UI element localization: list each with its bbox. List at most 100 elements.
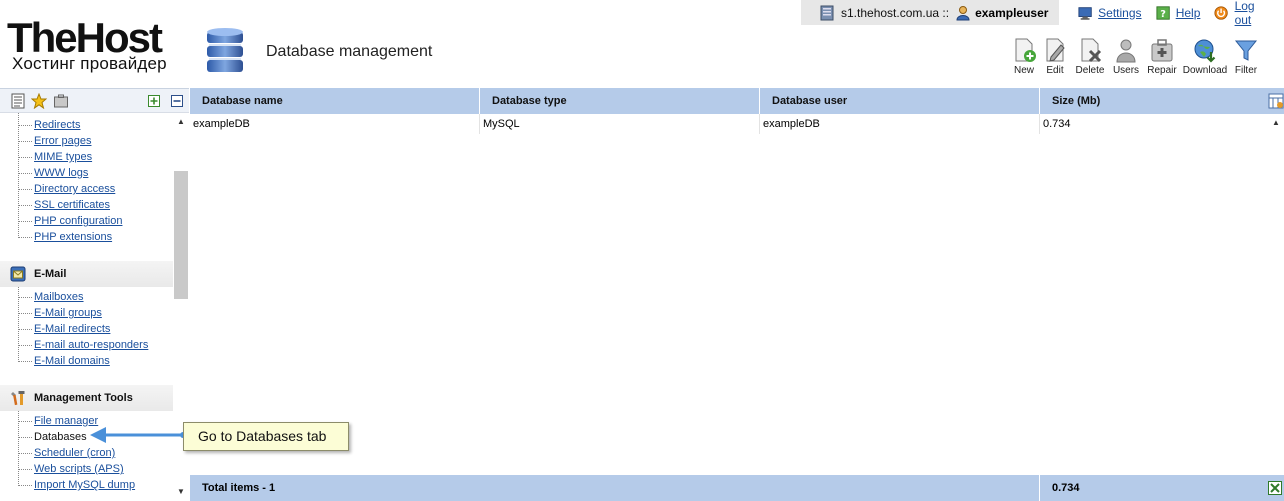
total-items: Total items - 1 bbox=[190, 475, 1040, 501]
server-name: s1.thehost.com.ua :: bbox=[841, 5, 950, 20]
help-icon[interactable]: ? bbox=[1155, 5, 1170, 21]
sidebar-item-email-redirects[interactable]: E-Mail redirects bbox=[34, 323, 110, 335]
edit-document-icon bbox=[1046, 38, 1065, 62]
sidebar-item-import-mysql-dump[interactable]: Import MySQL dump bbox=[34, 479, 135, 491]
download-globe-icon bbox=[1194, 39, 1216, 63]
sidebar-item-php-configuration[interactable]: PHP configuration bbox=[34, 215, 122, 227]
sidebar-group-management-tools[interactable]: Management Tools bbox=[0, 385, 173, 411]
sidebar-item-php-extensions[interactable]: PHP extensions bbox=[34, 231, 112, 243]
server-icon bbox=[820, 5, 834, 20]
tree-tick bbox=[19, 141, 32, 142]
tree-tick bbox=[19, 329, 32, 330]
sidebar-item-redirects[interactable]: Redirects bbox=[34, 119, 80, 131]
settings-link[interactable]: Settings bbox=[1098, 6, 1141, 20]
sidebar-item-mime-types[interactable]: MIME types bbox=[34, 151, 92, 163]
brand-tagline: Хостинг провайдер bbox=[12, 54, 167, 73]
cell-database-name: exampleDB bbox=[190, 114, 480, 134]
logout-link[interactable]: Log out bbox=[1235, 0, 1270, 27]
header: TheHost Хостинг провайдер Database manag… bbox=[0, 0, 1284, 88]
settings-monitor-icon[interactable] bbox=[1078, 5, 1092, 21]
sidebar-item-www-logs[interactable]: WWW logs bbox=[34, 167, 88, 179]
tree-tick bbox=[19, 189, 32, 190]
table-row[interactable]: exampleDB MySQL exampleDB 0.734 bbox=[190, 114, 1268, 134]
tree-tick bbox=[19, 345, 32, 346]
new-document-icon bbox=[1015, 38, 1036, 62]
database-table: Database name Database type Database use… bbox=[190, 88, 1284, 501]
sidebar-item-databases[interactable]: Databases bbox=[34, 431, 87, 443]
sidebar-item-scheduler[interactable]: Scheduler (cron) bbox=[34, 447, 115, 459]
table-scroll-up-arrow[interactable]: ▲ bbox=[1272, 118, 1280, 127]
tree-tick bbox=[19, 469, 32, 470]
tree-line bbox=[18, 113, 19, 238]
user-icon bbox=[956, 5, 970, 20]
sidebar-item-mailboxes[interactable]: Mailboxes bbox=[34, 291, 84, 303]
tree-tick bbox=[19, 485, 32, 486]
tree-tick bbox=[19, 157, 32, 158]
tree-tick bbox=[19, 205, 32, 206]
export-excel-icon[interactable] bbox=[1268, 481, 1282, 495]
column-header-database-type[interactable]: Database type bbox=[480, 88, 760, 114]
sidebar-item-directory-access[interactable]: Directory access bbox=[34, 183, 115, 195]
tree-tick bbox=[19, 437, 32, 438]
tree-tick bbox=[19, 313, 32, 314]
email-group-icon bbox=[10, 266, 26, 282]
repair-label: Repair bbox=[1147, 65, 1177, 76]
username[interactable]: exampleuser bbox=[975, 6, 1048, 20]
edit-button[interactable]: Edit bbox=[1039, 37, 1071, 76]
page-title: Database management bbox=[266, 43, 433, 60]
tree-tick bbox=[19, 173, 32, 174]
annotation-arrow bbox=[90, 427, 186, 443]
cell-size: 0.734 bbox=[1043, 118, 1071, 130]
tools-group-icon bbox=[11, 391, 25, 406]
top-links: Settings ? Help Log out bbox=[1078, 0, 1284, 27]
total-size: 0.734 bbox=[1052, 482, 1080, 494]
column-header-database-name[interactable]: Database name bbox=[190, 88, 480, 114]
sidebar-item-ssl-certificates[interactable]: SSL certificates bbox=[34, 199, 110, 211]
sidebar-group-email-label: E-Mail bbox=[34, 268, 67, 280]
filter-icon bbox=[1234, 40, 1258, 61]
tree-tick bbox=[19, 125, 32, 126]
filter-button[interactable]: Filter bbox=[1231, 37, 1261, 76]
column-header-database-user[interactable]: Database user bbox=[760, 88, 1040, 114]
tree-line bbox=[18, 287, 19, 362]
tree-tick bbox=[19, 421, 32, 422]
tree-tick bbox=[19, 237, 32, 238]
sidebar-item-web-scripts[interactable]: Web scripts (APS) bbox=[34, 463, 124, 475]
sidebar-scroll-thumb[interactable] bbox=[174, 171, 188, 299]
filter-label: Filter bbox=[1234, 65, 1258, 76]
table-footer: Total items - 1 0.734 bbox=[190, 475, 1284, 501]
sidebar-item-file-manager[interactable]: File manager bbox=[34, 415, 98, 427]
power-icon[interactable] bbox=[1214, 5, 1229, 21]
tree-line bbox=[18, 411, 19, 486]
repair-kit-icon bbox=[1151, 39, 1173, 62]
cell-database-user: exampleDB bbox=[760, 114, 1040, 134]
delete-label: Delete bbox=[1075, 65, 1105, 76]
sidebar-item-email-domains[interactable]: E-Mail domains bbox=[34, 355, 110, 367]
users-label: Users bbox=[1112, 65, 1140, 76]
scroll-up-arrow[interactable]: ▲ bbox=[177, 117, 185, 126]
column-header-size[interactable]: Size (Mb) bbox=[1040, 88, 1268, 114]
tree-tick bbox=[19, 221, 32, 222]
help-link[interactable]: Help bbox=[1176, 6, 1201, 20]
brand-logo[interactable]: TheHost Хостинг провайдер bbox=[7, 16, 192, 76]
download-button[interactable]: Download bbox=[1181, 37, 1229, 76]
database-icon bbox=[207, 28, 243, 72]
delete-button[interactable]: Delete bbox=[1073, 37, 1107, 76]
new-button[interactable]: New bbox=[1011, 37, 1037, 76]
repair-button[interactable]: Repair bbox=[1145, 37, 1179, 76]
sidebar-group-management-tools-label: Management Tools bbox=[34, 392, 133, 404]
table-scrollbar[interactable]: ▲ bbox=[1268, 114, 1284, 475]
sidebar-item-email-auto-responders[interactable]: E-mail auto-responders bbox=[34, 339, 148, 351]
table-header: Database name Database type Database use… bbox=[190, 88, 1284, 114]
users-button[interactable]: Users bbox=[1109, 37, 1143, 76]
sidebar-group-email[interactable]: E-Mail bbox=[0, 261, 173, 287]
download-label: Download bbox=[1182, 65, 1228, 76]
column-settings-icon[interactable] bbox=[1268, 93, 1284, 109]
tree-tick bbox=[19, 453, 32, 454]
sidebar-item-email-groups[interactable]: E-Mail groups bbox=[34, 307, 102, 319]
sidebar-item-error-pages[interactable]: Error pages bbox=[34, 135, 91, 147]
new-label: New bbox=[1013, 65, 1034, 76]
svg-text:?: ? bbox=[1160, 8, 1166, 19]
users-icon bbox=[1116, 39, 1136, 63]
scroll-down-arrow[interactable]: ▼ bbox=[177, 487, 185, 496]
